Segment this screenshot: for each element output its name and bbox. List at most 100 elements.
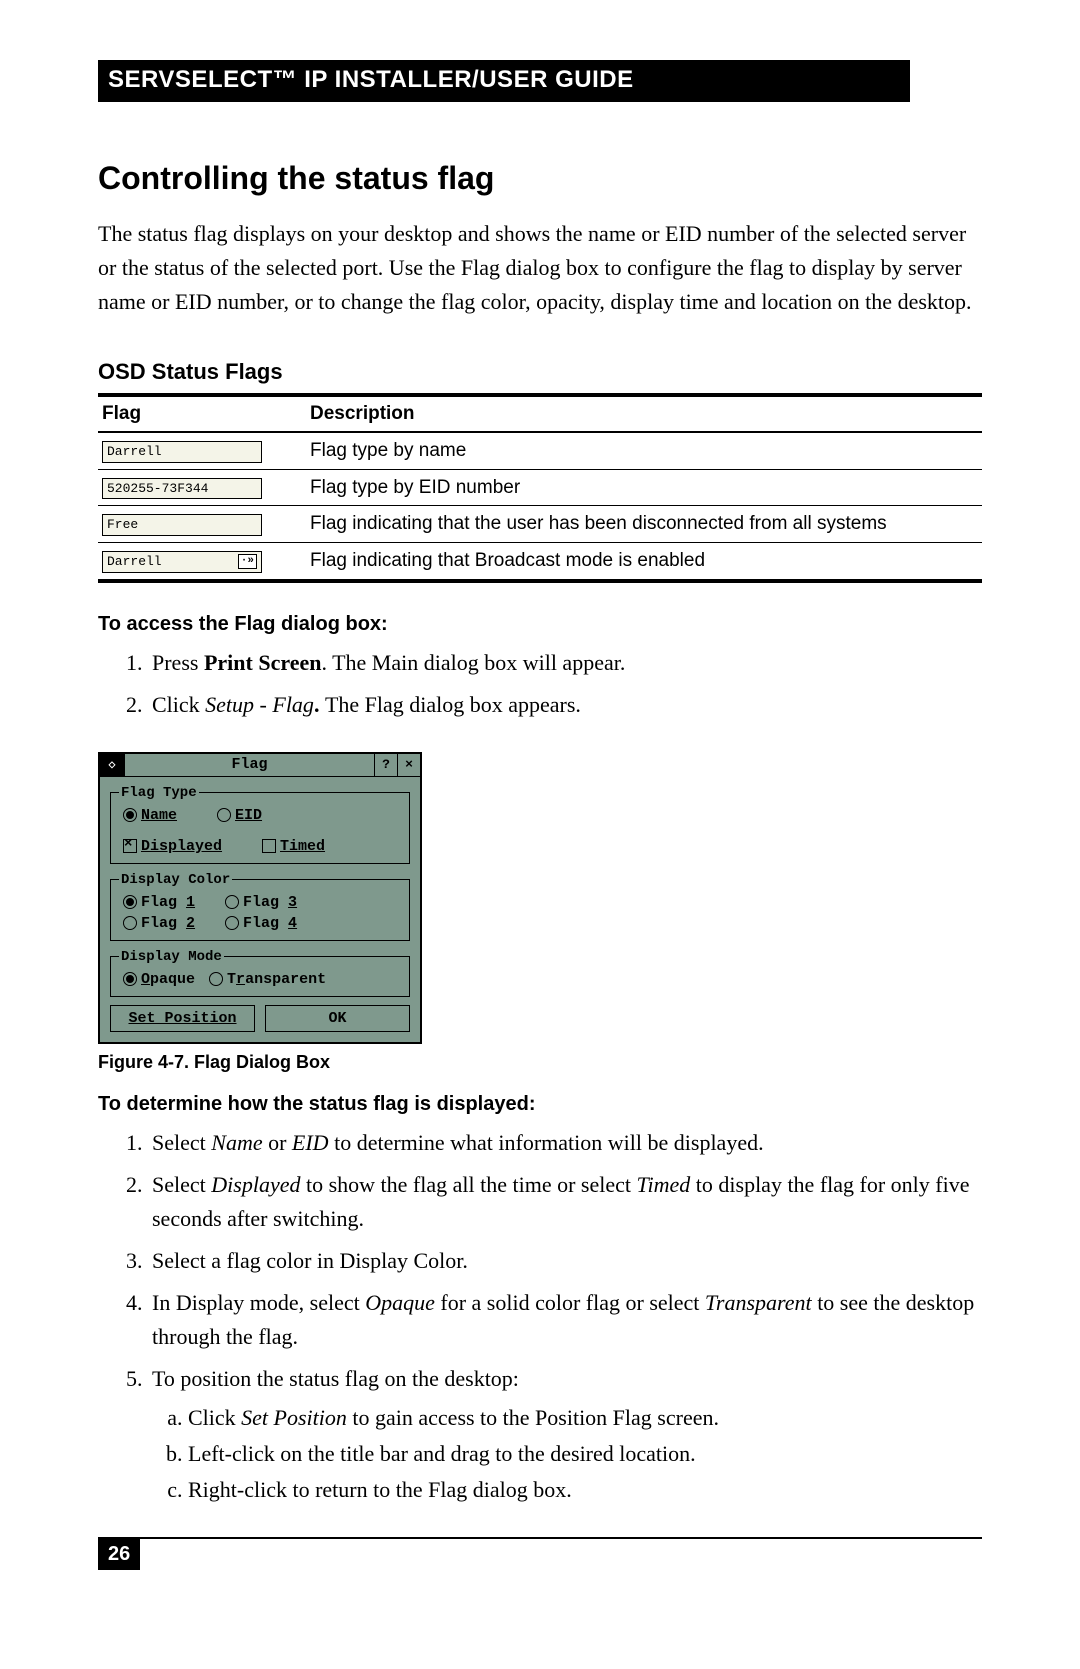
list-item: Right-click to return to the Flag dialog… xyxy=(188,1473,982,1507)
italic-text: Displayed xyxy=(211,1172,300,1197)
list-item: Select Name or EID to determine what inf… xyxy=(148,1126,982,1160)
radio-icon xyxy=(225,916,239,930)
group-legend: Display Mode xyxy=(119,949,224,965)
desc-cell: Flag indicating that the user has been d… xyxy=(306,506,982,543)
italic-text: Opaque xyxy=(365,1290,435,1315)
radio-flag2[interactable]: Flag 2 xyxy=(123,915,195,932)
list-item: Press Print Screen. The Main dialog box … xyxy=(148,646,982,680)
flag-chip-text: Darrell xyxy=(107,554,162,570)
label: Set Position xyxy=(128,1010,236,1027)
determine-heading: To determine how the status flag is disp… xyxy=(98,1093,982,1116)
table-row: Darrell ·» Flag indicating that Broadcas… xyxy=(98,543,982,581)
dialog-system-icon[interactable]: ◇ xyxy=(100,754,125,776)
radio-flag4[interactable]: Flag 4 xyxy=(225,915,297,932)
radio-eid[interactable]: EID xyxy=(217,807,262,824)
italic-text: Setup - Flag xyxy=(205,692,314,717)
list-item: In Display mode, select Opaque for a sol… xyxy=(148,1286,982,1354)
dialog-title-text: Flag xyxy=(125,754,374,775)
flag-chip-free: Free xyxy=(102,514,262,536)
osd-flags-table: Flag Description Darrell Flag type by na… xyxy=(98,393,982,582)
radio-icon xyxy=(217,808,231,822)
help-button[interactable]: ? xyxy=(374,754,397,776)
ok-button[interactable]: OK xyxy=(265,1005,410,1032)
th-flag: Flag xyxy=(98,395,306,432)
sub-steps: Click Set Position to gain access to the… xyxy=(152,1401,982,1507)
list-item: Left-click on the title bar and drag to … xyxy=(188,1437,982,1471)
radio-icon xyxy=(123,895,137,909)
label: Flag 3 xyxy=(243,894,297,911)
check-icon xyxy=(262,839,276,853)
radio-opaque[interactable]: Opaque xyxy=(123,971,195,988)
label: Transparent xyxy=(227,971,326,988)
group-legend: Display Color xyxy=(119,872,232,888)
display-color-group: Display Color Flag 1 Flag 3 Flag 2 Flag … xyxy=(110,872,410,941)
check-displayed[interactable]: Displayed xyxy=(123,838,222,855)
page: SERVSELECT™ IP INSTALLER/USER GUIDE Cont… xyxy=(0,0,1080,1610)
label: Timed xyxy=(280,838,325,855)
text: . xyxy=(314,692,325,717)
radio-name[interactable]: Name xyxy=(123,807,177,824)
radio-flag3[interactable]: Flag 3 xyxy=(225,894,297,911)
text: for a solid color flag or select xyxy=(435,1290,705,1315)
radio-icon xyxy=(123,808,137,822)
text: Select xyxy=(152,1172,211,1197)
text: Press xyxy=(152,650,204,675)
italic-text: Timed xyxy=(636,1172,690,1197)
table-row: Free Flag indicating that the user has b… xyxy=(98,506,982,543)
group-legend: Flag Type xyxy=(119,785,199,801)
dialog-titlebar[interactable]: ◇ Flag ? × xyxy=(100,754,420,777)
text: or xyxy=(263,1130,292,1155)
text: To position the status flag on the deskt… xyxy=(152,1366,519,1391)
access-steps: Press Print Screen. The Main dialog box … xyxy=(98,646,982,722)
radio-icon xyxy=(225,895,239,909)
text: Click xyxy=(152,692,205,717)
label: EID xyxy=(235,807,262,824)
text: to show the flag all the time or select xyxy=(300,1172,636,1197)
text: The Flag dialog box appears. xyxy=(325,692,581,717)
italic-text: Name xyxy=(211,1130,262,1155)
access-heading: To access the Flag dialog box: xyxy=(98,613,982,636)
check-timed[interactable]: Timed xyxy=(262,838,325,855)
footer-rule xyxy=(98,1537,982,1539)
dialog-body: Flag Type Name EID Displayed Timed Displ… xyxy=(100,777,420,1042)
desc-cell: Flag indicating that Broadcast mode is e… xyxy=(306,543,982,581)
flag-chip-eid: 520255-73F344 xyxy=(102,478,262,500)
label: Opaque xyxy=(141,971,195,988)
list-item: To position the status flag on the deskt… xyxy=(148,1362,982,1506)
text: In Display mode, select xyxy=(152,1290,365,1315)
radio-icon xyxy=(209,972,223,986)
doc-header: SERVSELECT™ IP INSTALLER/USER GUIDE xyxy=(98,60,910,102)
table-row: 520255-73F344 Flag type by EID number xyxy=(98,469,982,506)
radio-transparent[interactable]: Transparent xyxy=(209,971,326,988)
italic-text: Set Position xyxy=(241,1405,347,1430)
list-item: Click Set Position to gain access to the… xyxy=(188,1401,982,1435)
broadcast-icon: ·» xyxy=(238,554,257,569)
italic-text: Transparent xyxy=(705,1290,812,1315)
label: Flag 4 xyxy=(243,915,297,932)
radio-icon xyxy=(123,916,137,930)
label: Flag 2 xyxy=(141,915,195,932)
desc-cell: Flag type by name xyxy=(306,432,982,469)
italic-text: EID xyxy=(292,1130,329,1155)
label: Name xyxy=(141,807,177,824)
table-heading: OSD Status Flags xyxy=(98,359,982,385)
table-row: Darrell Flag type by name xyxy=(98,432,982,469)
label: Flag 1 xyxy=(141,894,195,911)
radio-icon xyxy=(123,972,137,986)
set-position-button[interactable]: Set Position xyxy=(110,1005,255,1032)
label: Displayed xyxy=(141,838,222,855)
flag-chip-name: Darrell xyxy=(102,441,262,463)
page-number: 26 xyxy=(98,1539,140,1570)
determine-steps: Select Name or EID to determine what inf… xyxy=(98,1126,982,1507)
page-title: Controlling the status flag xyxy=(98,160,982,197)
text: . The Main dialog box will appear. xyxy=(321,650,625,675)
text: Click xyxy=(188,1405,241,1430)
flag-dialog: ◇ Flag ? × Flag Type Name EID Displayed … xyxy=(98,752,422,1044)
list-item: Click Setup - Flag. The Flag dialog box … xyxy=(148,688,982,722)
text: to gain access to the Position Flag scre… xyxy=(347,1405,719,1430)
text: to determine what information will be di… xyxy=(329,1130,764,1155)
radio-flag1[interactable]: Flag 1 xyxy=(123,894,195,911)
flag-type-group: Flag Type Name EID Displayed Timed xyxy=(110,785,410,864)
intro-paragraph: The status flag displays on your desktop… xyxy=(98,217,982,319)
close-button[interactable]: × xyxy=(397,754,420,776)
